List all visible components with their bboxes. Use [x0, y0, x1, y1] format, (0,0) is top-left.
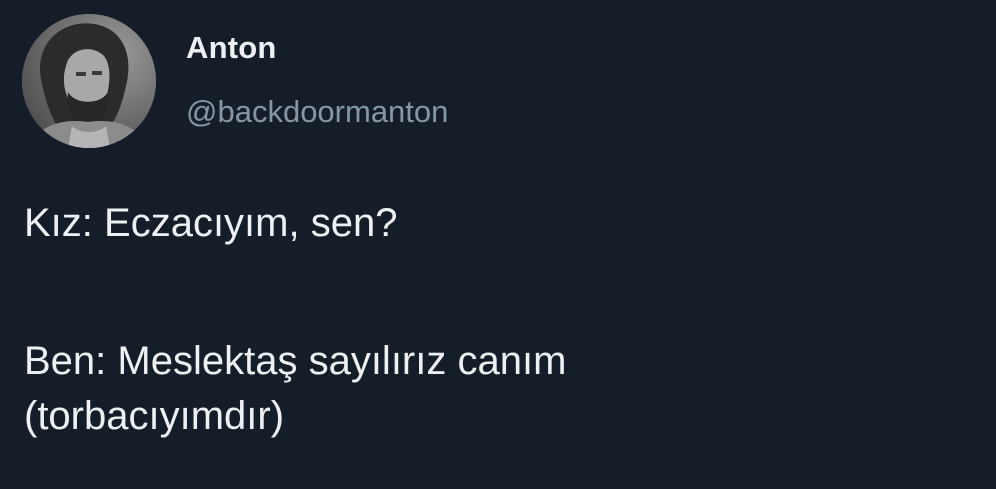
- tweet-card: Anton @backdoormanton Kız: Eczacıyım, se…: [0, 0, 996, 489]
- avatar-photo-icon: [22, 14, 156, 148]
- tweet-text: Kız: Eczacıyım, sen? Ben: Meslektaş sayı…: [24, 196, 974, 444]
- avatar[interactable]: [22, 14, 156, 148]
- tweet-line: Ben: Meslektaş sayılırız canım: [24, 339, 567, 383]
- tweet-line: (torbacıyımdır): [24, 394, 285, 438]
- tweet-line: Kız: Eczacıyım, sen?: [24, 201, 398, 245]
- paragraph-break: [24, 251, 974, 334]
- user-handle[interactable]: @backdoormanton: [186, 94, 448, 130]
- display-name[interactable]: Anton: [186, 30, 277, 66]
